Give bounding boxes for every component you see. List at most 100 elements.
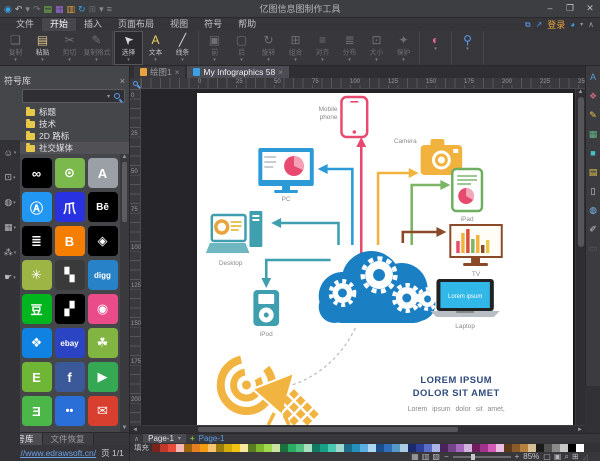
library-icon-behance[interactable]: Bē [87, 192, 118, 222]
connector-camera[interactable] [376, 171, 411, 245]
add-page-button[interactable]: + [190, 434, 195, 443]
connector-ipad[interactable] [410, 183, 445, 245]
dropdown-caret-icon[interactable]: ▾ [181, 58, 184, 63]
color-swatch[interactable] [232, 443, 240, 452]
login-button[interactable]: 登录 [547, 18, 565, 31]
horizontal-scrollbar[interactable]: ◄ ► [130, 425, 585, 433]
menu-item-page-layout[interactable]: 页面布局 [110, 18, 162, 31]
hyperlink-icon[interactable]: ◍ [589, 205, 597, 215]
connector-desktop[interactable] [277, 221, 340, 245]
color-swatch[interactable] [312, 443, 320, 452]
device-ipad[interactable]: iPad [451, 167, 484, 223]
pencil-icon[interactable]: ✎ [589, 110, 597, 120]
color-swatch[interactable] [496, 443, 504, 452]
close-tab-icon[interactable]: × [175, 68, 180, 77]
color-swatch[interactable] [320, 443, 328, 452]
color-swatch[interactable] [520, 443, 528, 452]
dropdown-caret-icon[interactable]: ▾ [127, 58, 130, 63]
color-swatch[interactable] [472, 443, 480, 452]
library-icon-feedburner[interactable]: Ǝ [21, 396, 52, 426]
account-icon[interactable]: ◕ [570, 20, 575, 29]
color-swatch[interactable] [432, 443, 440, 452]
theme-colors-icon[interactable]: ❖ [589, 91, 597, 101]
strip-caret-icon[interactable]: ▾ [14, 250, 17, 256]
zoom-in-button[interactable]: + [515, 452, 520, 461]
color-swatch[interactable] [296, 443, 304, 452]
library-icon-dribbble[interactable]: ◉ [87, 294, 118, 324]
color-swatch[interactable] [256, 443, 264, 452]
zoom-slider[interactable] [452, 453, 511, 460]
color-swatch[interactable] [376, 443, 384, 452]
maximize-button[interactable]: ❐ [560, 0, 580, 17]
color-swatch[interactable] [536, 443, 544, 452]
color-swatch[interactable] [240, 443, 248, 452]
zoom-out-button[interactable]: − [444, 452, 449, 461]
library-icon-flickr[interactable]: •• [54, 396, 85, 426]
color-swatch[interactable] [152, 443, 160, 452]
toolbar-align-button[interactable]: ≡ 对齐 ▾ [309, 32, 336, 64]
new-document-icon[interactable]: ▤ [43, 4, 52, 14]
dropdown-caret-icon[interactable]: ▾ [402, 58, 405, 63]
device-pc[interactable]: PC [258, 148, 314, 203]
color-swatch[interactable] [480, 443, 488, 452]
satellite-target-icon[interactable] [210, 348, 319, 425]
toolbar-format-painter-button[interactable]: ✎ 复制格式 ▾ [83, 32, 110, 64]
color-swatch[interactable] [384, 443, 392, 452]
lorem-text-block[interactable]: LOREM IPSUM DOLOR SIT AMET Lorem ipsum d… [408, 375, 505, 413]
minimize-button[interactable]: – [540, 0, 560, 17]
clipart-photo-icon[interactable]: ⊡ ▾ [4, 172, 15, 183]
color-swatch[interactable] [168, 443, 176, 452]
zoom-level[interactable]: 85% [523, 452, 539, 461]
toolbar-size-button[interactable]: ⊡ 大小 ▾ [363, 32, 390, 64]
toolbar-bring-front-button[interactable]: ▣ 前 ▾ [201, 32, 228, 64]
toolbar-text-button[interactable]: A 文本 ▾ [142, 32, 169, 64]
toolbar-line-button[interactable]: ╱ 线条 ▾ [169, 32, 196, 64]
zoom-select-icon[interactable]: ⌕ [564, 452, 568, 461]
dropdown-caret-icon[interactable]: ▾ [41, 58, 44, 63]
horizontal-scroll-thumb[interactable] [197, 427, 458, 432]
color-swatch[interactable] [504, 443, 512, 452]
clipart-gesture-icon[interactable]: ☛ ▾ [4, 272, 16, 283]
cloud-computing-shape[interactable] [318, 251, 440, 323]
color-swatch[interactable] [352, 443, 360, 452]
menu-item-insert[interactable]: 插入 [76, 18, 110, 31]
search-icon[interactable] [114, 93, 120, 99]
undo-icon[interactable]: ↶ [15, 4, 23, 14]
toolbar-rotate-button[interactable]: ↻ 旋转 ▾ [255, 32, 282, 64]
library-icon-codepen[interactable]: ◈ [87, 226, 118, 256]
strip-caret-icon[interactable]: ▾ [13, 175, 16, 181]
insert-image-icon[interactable]: ▦ [589, 129, 598, 139]
library-icon-deviantart[interactable]: ▞ [54, 294, 85, 324]
toolbar-copy-button[interactable]: ❏ 复制 ▾ [2, 32, 29, 64]
strip-caret-icon[interactable]: ▾ [13, 275, 16, 281]
toolbar-select-button[interactable]: ➤ 选择 ▾ [114, 31, 143, 65]
color-swatch[interactable] [200, 443, 208, 452]
pan-mode-icon[interactable]: ▧ [432, 452, 440, 461]
library-icon-douban[interactable]: 豆 [21, 294, 52, 324]
library-icon-digg[interactable]: digg [87, 260, 118, 290]
color-swatch[interactable] [560, 443, 568, 452]
strip-caret-icon[interactable]: ▾ [13, 200, 16, 206]
device-camera[interactable]: Camera [394, 138, 463, 175]
color-swatch[interactable] [264, 443, 272, 452]
library-icon-envato[interactable]: ☘ [87, 328, 118, 358]
library-category-2d-signs[interactable]: 2D 路标 [20, 130, 129, 142]
strip-caret-icon[interactable]: ▾ [14, 225, 17, 231]
toolbar-group-button[interactable]: ⊞ 组合 ▾ [282, 32, 309, 64]
search-dropdown-icon[interactable]: ▾ [107, 93, 110, 100]
color-swatch[interactable] [552, 443, 560, 452]
dropdown-caret-icon[interactable]: ▾ [240, 58, 243, 63]
page-preview-icon[interactable]: ▥ [422, 452, 430, 461]
toolbar-protect-button[interactable]: ✦ 保护 ▾ [390, 32, 417, 64]
library-close-icon[interactable]: × [120, 76, 125, 86]
color-swatch[interactable] [528, 443, 536, 452]
menu-item-view[interactable]: 视图 [162, 18, 196, 31]
undo-dropdown-icon[interactable]: ▾ [25, 4, 30, 14]
clipart-network-icon[interactable]: ⁂ ▾ [4, 247, 17, 258]
locked-panel-icon[interactable]: ▭ [589, 243, 598, 253]
toolbar-cut-button[interactable]: ✂ 剪切 ▾ [56, 32, 83, 64]
format-text-icon[interactable]: A [590, 72, 596, 82]
library-scroll-thumb[interactable] [122, 162, 127, 222]
color-swatch[interactable] [464, 443, 472, 452]
current-page-link[interactable]: Page-1 [199, 434, 225, 443]
